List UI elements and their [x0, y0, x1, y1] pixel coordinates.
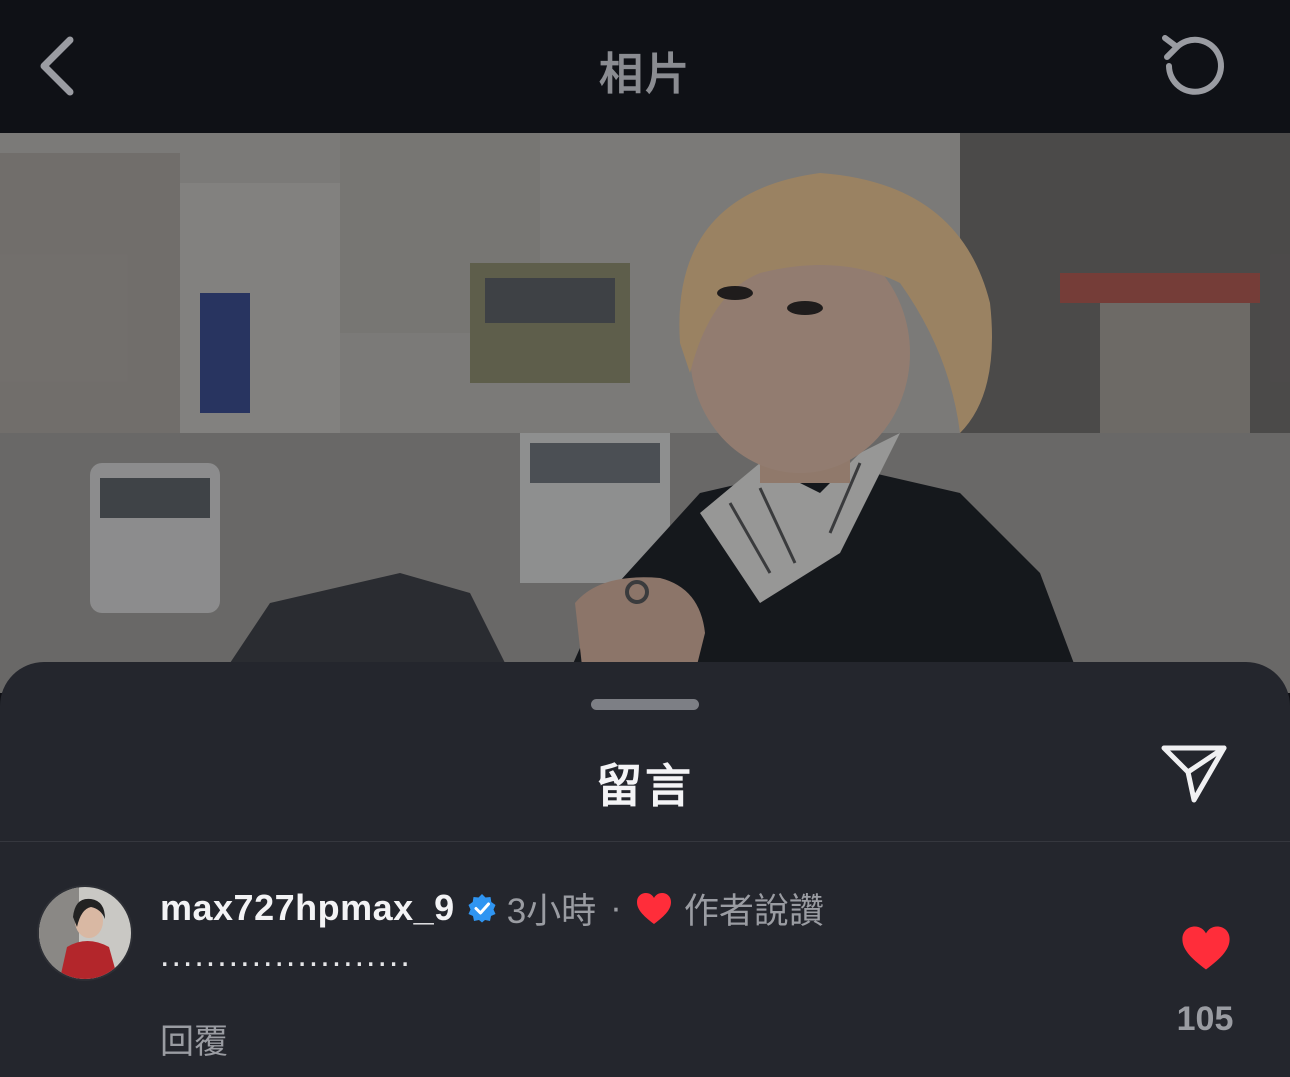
comment-text: ...................... — [160, 936, 412, 974]
top-bar: 相片 — [0, 0, 1290, 133]
divider — [0, 841, 1290, 842]
verified-badge-icon — [468, 894, 496, 923]
comment-like-button[interactable] — [1181, 925, 1231, 971]
author-liked-heart-icon — [636, 892, 671, 924]
sheet-drag-handle[interactable] — [591, 699, 699, 710]
comment-time: 3小時 — [506, 891, 597, 931]
photo[interactable] — [0, 133, 1290, 693]
refresh-button[interactable] — [1155, 28, 1231, 104]
photo-dim-overlay — [0, 133, 1290, 693]
reply-button[interactable]: 回覆 — [160, 1014, 228, 1063]
author-liked-label: 作者說讚 — [683, 891, 824, 931]
comment-username[interactable]: max727hpmax_9 — [160, 887, 455, 929]
refresh-icon — [1162, 35, 1224, 95]
avatar[interactable] — [37, 885, 133, 981]
like-count: 105 — [1176, 1000, 1234, 1038]
comments-title: 留言 — [596, 760, 694, 812]
send-icon — [1161, 745, 1227, 803]
page-title: 相片 — [599, 50, 691, 99]
heart-icon — [1182, 926, 1230, 970]
separator-dot: · — [610, 888, 622, 927]
share-button[interactable] — [1158, 740, 1230, 806]
avatar-image — [39, 887, 131, 979]
comment-header: max727hpmax_9 3小時 · 作者說讚 — [160, 884, 824, 932]
